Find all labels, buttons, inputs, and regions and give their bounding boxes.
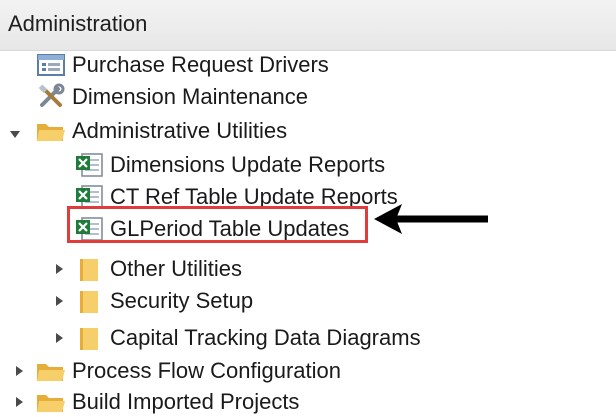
tools-icon bbox=[36, 83, 66, 111]
tree-item-administrative-utilities[interactable]: Administrative Utilities bbox=[36, 114, 287, 148]
tree-item-dimension-maintenance[interactable]: Dimension Maintenance bbox=[36, 80, 308, 114]
tree-item-security-setup[interactable]: Security Setup bbox=[74, 284, 253, 318]
tree-item-capital-tracking-data-diagrams[interactable]: Capital Tracking Data Diagrams bbox=[74, 321, 421, 355]
chevron-down-icon bbox=[10, 131, 20, 138]
form-icon bbox=[36, 51, 66, 79]
tree-item-label: Security Setup bbox=[110, 288, 254, 313]
tree-item-label: Dimensions Update Reports bbox=[110, 152, 386, 177]
folder-icon bbox=[74, 324, 104, 352]
expand-toggle[interactable] bbox=[12, 364, 26, 378]
chevron-right-icon bbox=[16, 366, 23, 376]
expand-toggle[interactable] bbox=[52, 262, 66, 276]
tree-item-label: Other Utilities bbox=[110, 256, 243, 281]
highlight-box bbox=[67, 206, 368, 243]
expand-toggle[interactable] bbox=[52, 294, 66, 308]
tree-item-label: Purchase Request Drivers bbox=[72, 52, 329, 77]
panel-title: Administration bbox=[8, 11, 148, 36]
expand-toggle[interactable] bbox=[52, 331, 66, 345]
tree-item-label: Capital Tracking Data Diagrams bbox=[110, 325, 421, 350]
tree-item-dimensions-update-reports[interactable]: Dimensions Update Reports bbox=[74, 148, 385, 182]
tree-item-build-imported-projects[interactable]: Build Imported Projects bbox=[36, 385, 299, 417]
tree-item-label: Process Flow Configuration bbox=[72, 358, 342, 383]
expand-toggle[interactable] bbox=[12, 395, 26, 409]
folder-icon bbox=[36, 388, 66, 416]
chevron-right-icon bbox=[56, 296, 63, 306]
tree-item-purchase-request-drivers[interactable]: Purchase Request Drivers bbox=[36, 48, 329, 82]
administration-panel: Administration Purchase Request Drivers bbox=[0, 0, 616, 417]
tree-item-other-utilities[interactable]: Other Utilities bbox=[74, 252, 242, 286]
chevron-right-icon bbox=[56, 333, 63, 343]
chevron-right-icon bbox=[16, 397, 23, 407]
tree-item-label: CT Ref Table Update Reports bbox=[110, 184, 398, 209]
chevron-right-icon bbox=[56, 264, 63, 274]
folder-icon bbox=[74, 287, 104, 315]
tree-item-label: Administrative Utilities bbox=[72, 118, 288, 143]
folder-icon bbox=[36, 117, 66, 145]
folder-icon bbox=[36, 357, 66, 385]
folder-icon bbox=[74, 255, 104, 283]
tree-item-process-flow-configuration[interactable]: Process Flow Configuration bbox=[36, 354, 341, 388]
tree-item-label: Build Imported Projects bbox=[72, 389, 300, 414]
excel-report-icon bbox=[74, 151, 104, 179]
tree-item-label: Dimension Maintenance bbox=[72, 84, 309, 109]
pointer-arrow-icon bbox=[374, 204, 488, 234]
collapse-toggle[interactable] bbox=[8, 127, 22, 141]
panel-header: Administration bbox=[0, 0, 616, 51]
